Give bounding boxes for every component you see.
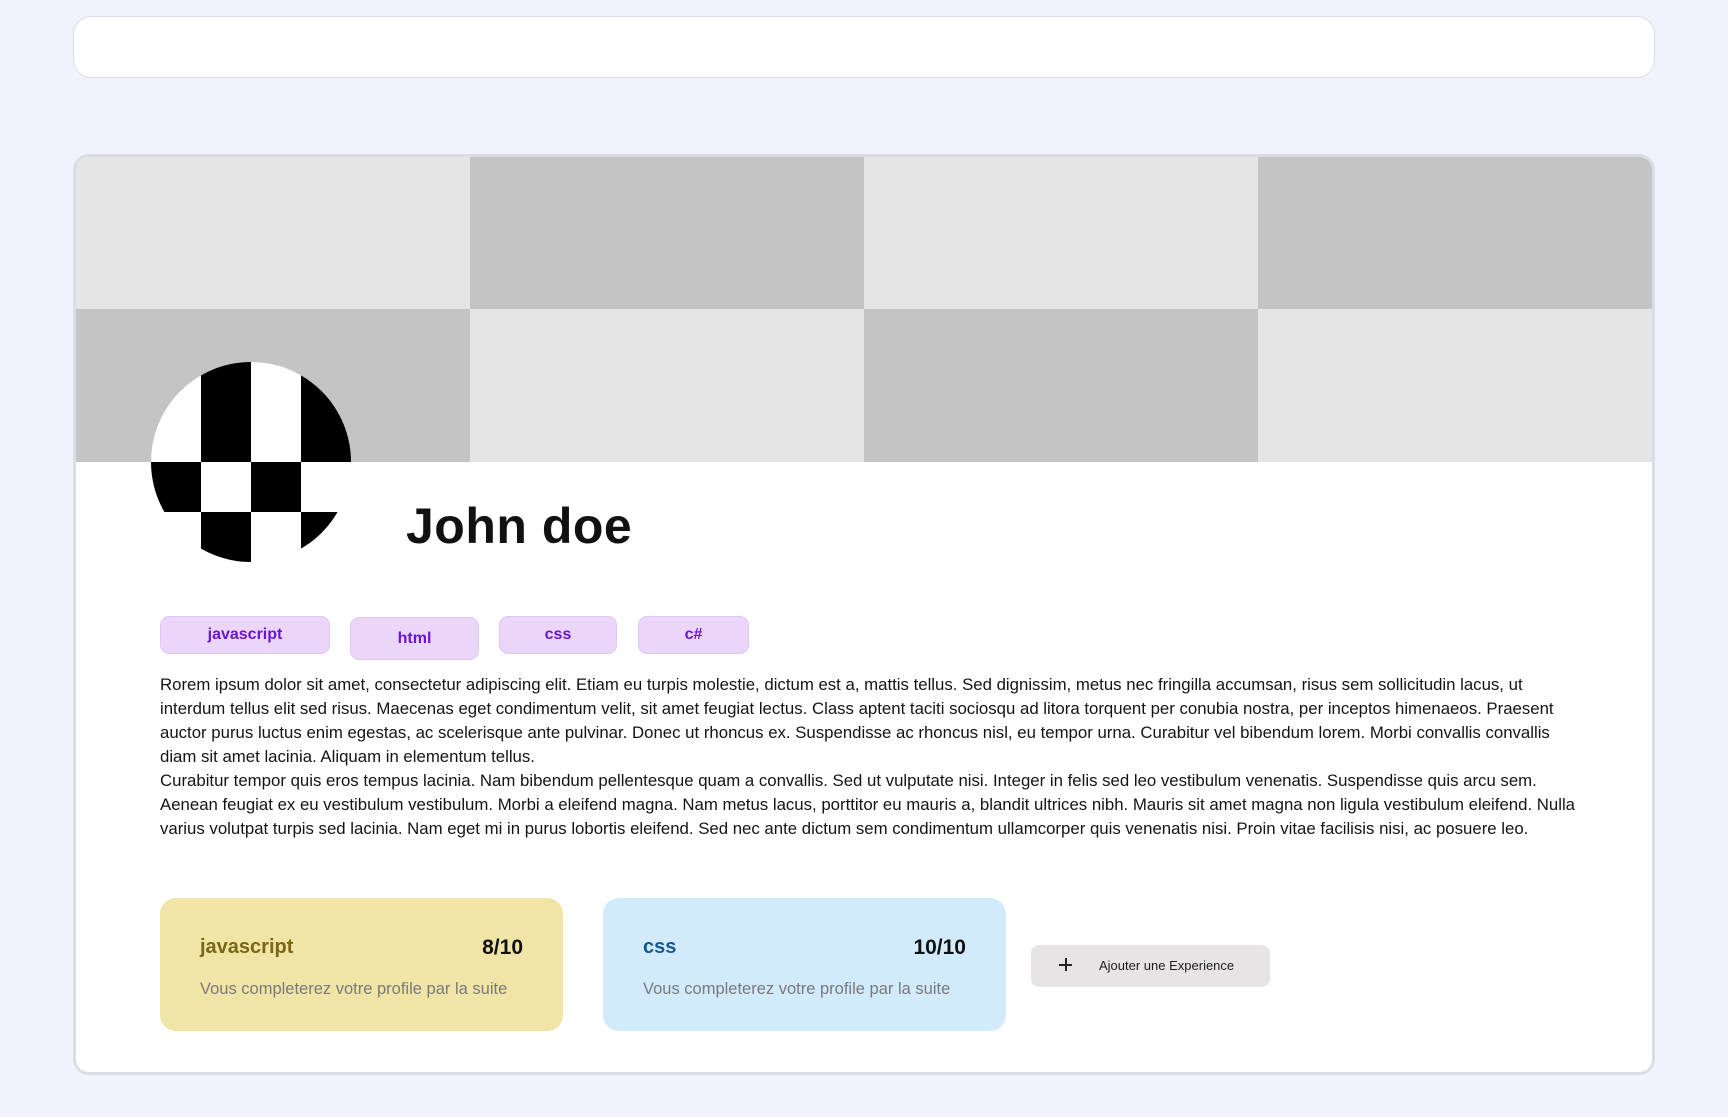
top-navigation-bar [73, 16, 1655, 78]
banner-tile [1258, 157, 1652, 309]
banner-tile [864, 157, 1258, 309]
banner-tile [864, 309, 1258, 462]
experience-description: Vous completerez votre profile par la su… [200, 980, 508, 998]
profile-bio: Rorem ipsum dolor sit amet, consectetur … [160, 673, 1590, 841]
banner-tile [76, 157, 470, 309]
skill-tags: javascript html css c# [76, 616, 1652, 666]
experience-score: 10/10 [913, 936, 966, 959]
banner-tile [1258, 309, 1652, 462]
experience-score: 8/10 [482, 936, 523, 959]
experience-description: Vous completerez votre profile par la su… [643, 980, 951, 998]
tag-csharp[interactable]: c# [638, 616, 749, 654]
tag-javascript[interactable]: javascript [160, 616, 330, 654]
avatar[interactable] [151, 362, 351, 562]
experience-card-javascript[interactable]: javascript 8/10 Vous completerez votre p… [160, 898, 563, 1031]
bio-paragraph: Rorem ipsum dolor sit amet, consectetur … [160, 675, 1554, 766]
profile-name: John doe [406, 498, 633, 554]
banner-tile [470, 309, 864, 462]
experience-name: javascript [200, 936, 294, 958]
add-experience-label: Ajouter une Experience [1099, 958, 1235, 973]
profile-card: John doe javascript html css c# Rorem ip… [73, 154, 1655, 1075]
bio-paragraph: Curabitur tempor quis eros tempus lacini… [160, 771, 1576, 838]
banner-tile [470, 157, 864, 309]
add-experience-button[interactable]: Ajouter une Experience [1031, 945, 1270, 987]
tag-css[interactable]: css [499, 616, 617, 654]
experience-name: css [643, 936, 677, 958]
experience-card-css[interactable]: css 10/10 Vous completerez votre profile… [603, 898, 1006, 1031]
plus-icon [1055, 954, 1077, 976]
tag-html[interactable]: html [350, 617, 479, 660]
